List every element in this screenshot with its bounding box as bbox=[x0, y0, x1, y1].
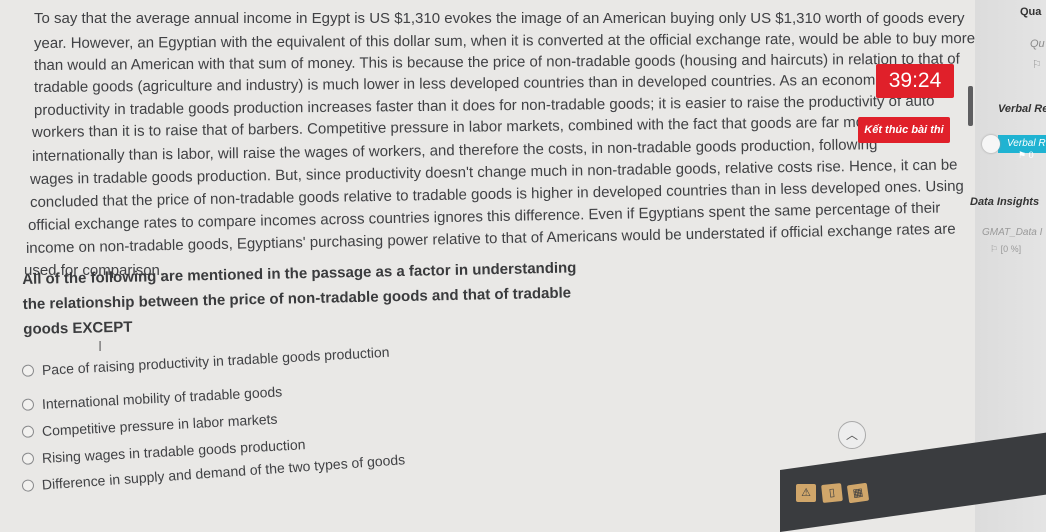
answer-option-b[interactable]: International mobility of tradable goods bbox=[21, 383, 283, 413]
option-label: Pace of raising productivity in tradable… bbox=[41, 343, 390, 378]
sidebar-data-insights-count: [0 %] bbox=[1000, 244, 1022, 254]
sidebar-section-quant-title[interactable]: Qua bbox=[1020, 6, 1041, 18]
answer-option-a[interactable]: Pace of raising productivity in tradable… bbox=[21, 343, 390, 379]
passage-line: workers than it is to raise that of barb… bbox=[31, 113, 878, 141]
flag-icon: ⚐ [0 %] bbox=[990, 244, 1022, 254]
sidebar-section-data-insights-title[interactable]: Data Insights bbox=[970, 196, 1039, 208]
question-stem: All of the following are mentioned in th… bbox=[22, 259, 577, 338]
scrollbar-thumb[interactable] bbox=[968, 86, 973, 126]
sidebar-verbal-count: 0 bbox=[1028, 150, 1034, 160]
sidebar-section-quant-sub: Qu bbox=[1030, 38, 1045, 50]
section-toggle[interactable] bbox=[982, 135, 1000, 153]
radio-button[interactable] bbox=[21, 364, 35, 377]
passage-line: To say that the average annual income in… bbox=[34, 10, 965, 27]
passage-line: than would an American with that sum of … bbox=[33, 50, 960, 74]
radio-button[interactable] bbox=[21, 452, 35, 465]
radio-button[interactable] bbox=[21, 425, 35, 438]
passage-line: tradable goods (agriculture and industry… bbox=[33, 71, 876, 96]
bookmark-icon[interactable]: ▯ bbox=[821, 483, 843, 503]
flag-icon: ⚐ bbox=[1032, 59, 1042, 71]
text-cursor-icon: I bbox=[98, 338, 103, 355]
calculator-icon[interactable]: ▦ bbox=[846, 482, 870, 504]
option-label: Competitive pressure in labor markets bbox=[41, 410, 278, 439]
option-label: International mobility of tradable goods bbox=[41, 383, 283, 412]
flag-icon: ⚑ 0 bbox=[1018, 150, 1034, 160]
passage-line: year. However, an Egyptian with the equi… bbox=[33, 30, 976, 52]
radio-button[interactable] bbox=[21, 479, 35, 492]
warning-icon[interactable]: ⚠ bbox=[796, 484, 816, 502]
sidebar-active-section-tag: Verbal R bbox=[1007, 138, 1046, 149]
chevron-up-icon[interactable]: ︿ bbox=[838, 421, 866, 449]
answer-option-c[interactable]: Competitive pressure in labor markets bbox=[21, 410, 278, 440]
end-exam-button[interactable]: Kết thúc bài thi bbox=[858, 117, 950, 143]
countdown-timer: 39:24 bbox=[876, 64, 954, 98]
question-panel: To say that the average annual income in… bbox=[0, 0, 1000, 532]
sidebar-section-data-insights-sub: GMAT_Data I bbox=[982, 227, 1043, 238]
radio-button[interactable] bbox=[21, 398, 35, 411]
sidebar-section-verbal-title[interactable]: Verbal Re bbox=[998, 103, 1046, 115]
